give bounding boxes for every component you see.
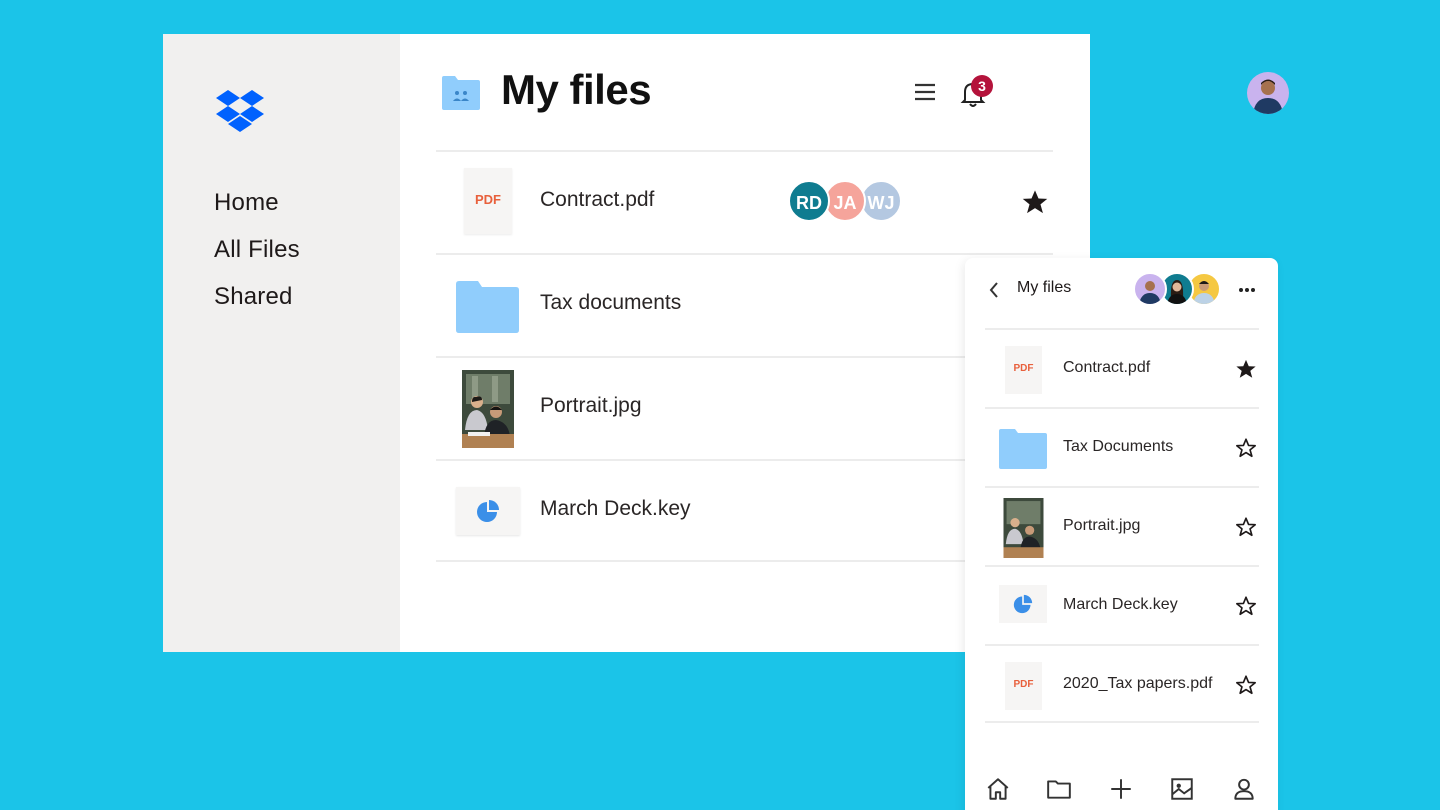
pdf-label: PDF [1013,363,1034,374]
photo-thumbnail [1003,498,1044,558]
notification-badge: 3 [971,75,993,97]
star-filled-icon[interactable] [1235,358,1257,380]
star-outline-icon[interactable] [1235,437,1257,459]
sidebar-nav: Home All Files Shared [214,184,300,325]
dropbox-logo-icon[interactable] [216,90,264,132]
pdf-label: PDF [475,192,501,207]
home-icon[interactable] [985,776,1011,802]
sidebar: Home All Files Shared [163,34,400,652]
person-icon [1253,79,1283,114]
file-name: Portrait.jpg [1063,517,1141,534]
mobile-panel: My files PDF Contract.pdf Tax Documents [965,258,1278,810]
pdf-file-icon: PDF [1005,662,1042,710]
mobile-title: My files [1017,279,1072,296]
star-outline-icon[interactable] [1235,674,1257,696]
collaborator-avatar[interactable]: JA [824,180,866,222]
member-avatar[interactable] [1133,272,1167,306]
folder-icon [456,281,519,333]
file-name: Tax documents [540,291,682,314]
file-name: Contract.pdf [1063,359,1151,376]
mobile-file-row[interactable]: PDF 2020_Tax papers.pdf [985,644,1259,723]
sidebar-item-home[interactable]: Home [214,184,300,231]
desktop-window: Home All Files Shared My files 3 PDF Con… [163,34,1289,652]
file-name: Contract.pdf [540,188,655,211]
star-outline-icon[interactable] [1235,595,1257,617]
file-name: March Deck.key [540,497,691,520]
pdf-file-icon: PDF [1005,346,1042,394]
star-filled-icon[interactable] [1021,188,1049,216]
pie-chart-icon [477,500,499,522]
file-name: 2020_Tax papers.pdf [1063,675,1213,692]
shared-folder-icon [442,76,480,110]
mobile-file-list: PDF Contract.pdf Tax Documents Portrait.… [985,328,1259,723]
collaborator-avatar[interactable]: WJ [860,180,902,222]
pdf-file-icon: PDF [464,168,512,234]
mobile-file-row[interactable]: Portrait.jpg [985,486,1259,565]
chevron-left-icon[interactable] [987,280,1001,300]
mobile-file-row[interactable]: March Deck.key [985,565,1259,644]
file-name: Tax Documents [1063,438,1174,455]
file-list: PDF Contract.pdf RD JA WJ Tax documents [436,150,1053,562]
star-outline-icon[interactable] [1235,516,1257,538]
plus-icon[interactable] [1108,776,1134,802]
folder-icon [999,429,1047,469]
keynote-file-icon [456,487,520,535]
sidebar-item-all-files[interactable]: All Files [214,231,300,278]
mobile-tab-bar [965,776,1278,806]
mobile-file-row[interactable]: PDF Contract.pdf [985,328,1259,407]
folder-icon[interactable] [1046,776,1072,802]
page-title: My files [501,66,652,113]
file-row[interactable]: Tax documents [436,253,1053,356]
file-row[interactable]: PDF Contract.pdf RD JA WJ [436,150,1053,253]
file-name: March Deck.key [1063,596,1178,613]
sidebar-item-shared[interactable]: Shared [214,278,300,325]
pie-chart-icon [1013,594,1033,614]
file-row[interactable]: March Deck.key [436,459,1053,562]
pdf-label: PDF [1013,679,1034,690]
collaborator-avatar[interactable]: RD [788,180,830,222]
photos-icon[interactable] [1169,776,1195,802]
person-icon [1139,281,1161,304]
photo-thumbnail [462,370,514,448]
more-horizontal-icon[interactable] [1237,280,1257,300]
user-avatar[interactable] [1247,72,1289,114]
mobile-file-row[interactable]: Tax Documents [985,407,1259,486]
file-row[interactable]: Portrait.jpg [436,356,1053,459]
account-icon[interactable] [1231,776,1257,802]
menu-icon[interactable] [914,82,936,102]
file-name: Portrait.jpg [540,394,642,417]
keynote-file-icon [999,585,1047,623]
